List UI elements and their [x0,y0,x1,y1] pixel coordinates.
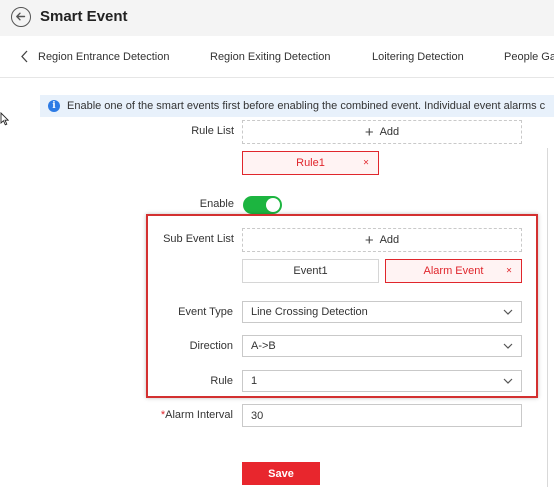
rule-select[interactable]: 1 [242,370,522,392]
alarm-interval-label: *Alarm Interval [113,409,233,421]
alarm-interval-value: 30 [251,410,264,422]
tab-people-gathering[interactable]: People Ga [504,51,554,63]
sub-event-list-label: Sub Event List [163,233,234,245]
chevron-down-icon [503,378,513,384]
remove-sub-event-icon[interactable]: × [506,266,512,277]
sub-event-chip-label: Alarm Event [423,265,484,277]
rule-value: 1 [251,375,258,387]
plus-icon: + [364,231,374,249]
add-rule-button[interactable]: + Add [242,120,522,144]
save-button[interactable]: Save [242,462,320,485]
add-sub-event-label: Add [379,234,400,246]
remove-rule-icon[interactable]: × [363,158,369,169]
direction-select[interactable]: A->B [242,335,522,357]
chevron-down-icon [503,309,513,315]
direction-value: A->B [251,340,276,352]
sub-event-chip-label: Event1 [293,265,328,277]
tab-region-exiting-detection[interactable]: Region Exiting Detection [210,51,330,63]
add-sub-event-button[interactable]: + Add [242,228,522,252]
toggle-knob [266,198,280,212]
sub-event-chip-event1[interactable]: Event1 [242,259,379,283]
tab-region-entrance-detection[interactable]: Region Entrance Detection [38,51,169,63]
rule-label: Rule [210,375,233,387]
add-rule-label: Add [379,126,400,138]
mouse-cursor-icon [0,112,9,126]
plus-icon: + [364,123,374,141]
tabs-scroll-left-icon[interactable] [20,50,29,63]
direction-label: Direction [189,340,233,352]
rule-list-label: Rule List [191,125,234,137]
page-title: Smart Event [40,8,128,25]
chevron-down-icon [503,343,513,349]
event-type-label: Event Type [178,306,233,318]
rule-chip-rule1[interactable]: Rule1 × [242,151,379,175]
tab-loitering-detection[interactable]: Loitering Detection [372,51,464,63]
event-type-select[interactable]: Line Crossing Detection [242,301,522,323]
rule-chip-label: Rule1 [296,157,325,169]
enable-label: Enable [199,198,234,210]
info-icon: i [48,100,60,112]
alarm-interval-input[interactable]: 30 [242,404,522,427]
back-arrow-icon [16,12,26,21]
right-side-panel [547,148,554,487]
sub-event-chip-alarm-event[interactable]: Alarm Event × [385,259,522,283]
enable-toggle[interactable] [243,196,282,214]
info-banner-text: Enable one of the smart events first bef… [67,100,546,112]
event-type-value: Line Crossing Detection [251,306,368,318]
alarm-interval-label-text: Alarm Interval [165,409,233,421]
back-button[interactable] [11,7,31,27]
